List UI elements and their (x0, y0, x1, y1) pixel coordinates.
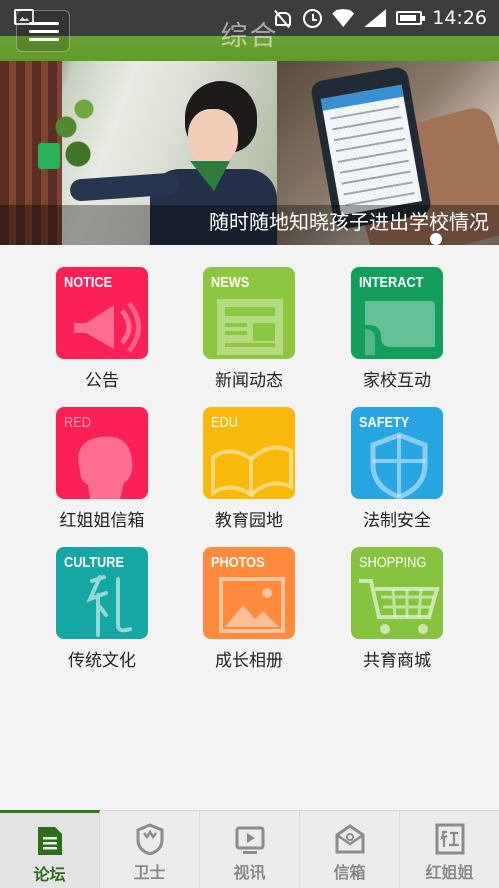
tile-photos[interactable]: PHOTOS 成长相册 (189, 547, 309, 671)
banner-carousel[interactable]: 随时随地知晓孩子进出学校情况 (0, 61, 499, 245)
mailbox-icon (335, 823, 365, 855)
tile-label: 成长相册 (215, 651, 283, 671)
tile-label: 公告 (85, 371, 119, 391)
nav-label: 信箱 (333, 863, 366, 882)
tile-label: 共育商城 (363, 651, 431, 671)
tile-tag: SHOPPING (359, 554, 427, 571)
battery-icon (396, 11, 426, 25)
book-glyph (211, 445, 293, 497)
tile-safety[interactable]: SAFETY 法制安全 (337, 407, 457, 531)
shield-icon: SAFETY (351, 407, 443, 499)
tile-interact[interactable]: INTERACT 家校互动 (337, 267, 457, 391)
cart-icon: SHOPPING (351, 547, 443, 639)
nav-tab-mailbox[interactable]: 信箱 (300, 811, 400, 888)
tile-label: 法制安全 (363, 511, 431, 531)
app-header: 综合 14:26 (0, 0, 499, 61)
tile-tag: PHOTOS (211, 554, 265, 571)
tile-edu[interactable]: EDU 教育园地 (189, 407, 309, 531)
megaphone-glyph (74, 301, 141, 353)
tile-tag: EDU (211, 414, 238, 431)
book-icon: EDU (203, 407, 295, 499)
banner-caption: 随时随地知晓孩子进出学校情况 (209, 210, 489, 234)
phone-screen-graphic (320, 84, 422, 216)
wifi-icon (332, 9, 355, 27)
megaphone-icon: NOTICE (56, 267, 148, 359)
bottom-nav: 论坛 卫士 视讯 信箱 红姐姐 (0, 810, 499, 888)
status-time: 14:26 (432, 7, 487, 29)
tile-tag: NOTICE (64, 274, 113, 291)
tile-label: 新闻动态 (215, 371, 283, 391)
card-reader-graphic (38, 143, 60, 169)
carousel-indicator-dot[interactable] (430, 233, 442, 245)
nav-tab-video[interactable]: 视讯 (200, 811, 300, 888)
newspaper-glyph (217, 299, 283, 355)
newspaper-icon: NEWS (203, 267, 295, 359)
tile-tag: RED (64, 414, 91, 431)
tile-label: 传统文化 (68, 651, 136, 671)
signal-icon (364, 9, 387, 27)
nav-label: 视讯 (233, 863, 266, 882)
tile-culture[interactable]: CULTURE 传统文化 (42, 547, 162, 671)
nav-label: 红姐姐 (425, 863, 474, 882)
photo-glyph (219, 577, 285, 633)
tile-tag: INTERACT (359, 274, 424, 291)
alarm-icon (303, 8, 323, 28)
tile-red-mailbox[interactable]: RED 红姐姐信箱 (42, 407, 162, 531)
tile-tag: CULTURE (64, 554, 124, 571)
shield-glyph (370, 432, 428, 499)
tile-notice[interactable]: NOTICE 公告 (42, 267, 162, 391)
forum-icon (35, 825, 65, 857)
guard-shield-icon (135, 823, 165, 856)
tile-tag: NEWS (211, 274, 250, 291)
nav-tab-forum[interactable]: 论坛 (0, 810, 100, 888)
tile-label: 红姐姐信箱 (59, 511, 145, 531)
video-icon (235, 823, 265, 855)
nav-label: 论坛 (33, 865, 66, 884)
girl-silhouette-icon: RED (56, 407, 148, 499)
nav-tab-guard[interactable]: 卫士 (100, 811, 200, 888)
cart-glyph (359, 579, 440, 634)
calligraphy-glyph (86, 575, 132, 637)
chat-glyph (365, 301, 435, 355)
nav-label: 卫士 (133, 863, 166, 882)
tile-news[interactable]: NEWS 新闻动态 (189, 267, 309, 391)
nav-tab-red-sister[interactable]: 红姐姐 (400, 811, 499, 888)
chat-icon: INTERACT (351, 267, 443, 359)
girl-glyph (78, 436, 133, 499)
tile-shopping[interactable]: SHOPPING 共育商城 (337, 547, 457, 671)
tile-label: 家校互动 (363, 371, 431, 391)
tile-tag: SAFETY (359, 414, 410, 431)
mute-icon (271, 8, 293, 28)
photo-icon: PHOTOS (203, 547, 295, 639)
status-bar: 14:26 (271, 6, 487, 30)
calligraphy-icon: CULTURE (56, 547, 148, 639)
red-sister-icon (435, 823, 465, 855)
child-face-graphic (188, 109, 238, 165)
tile-label: 教育园地 (215, 511, 283, 531)
